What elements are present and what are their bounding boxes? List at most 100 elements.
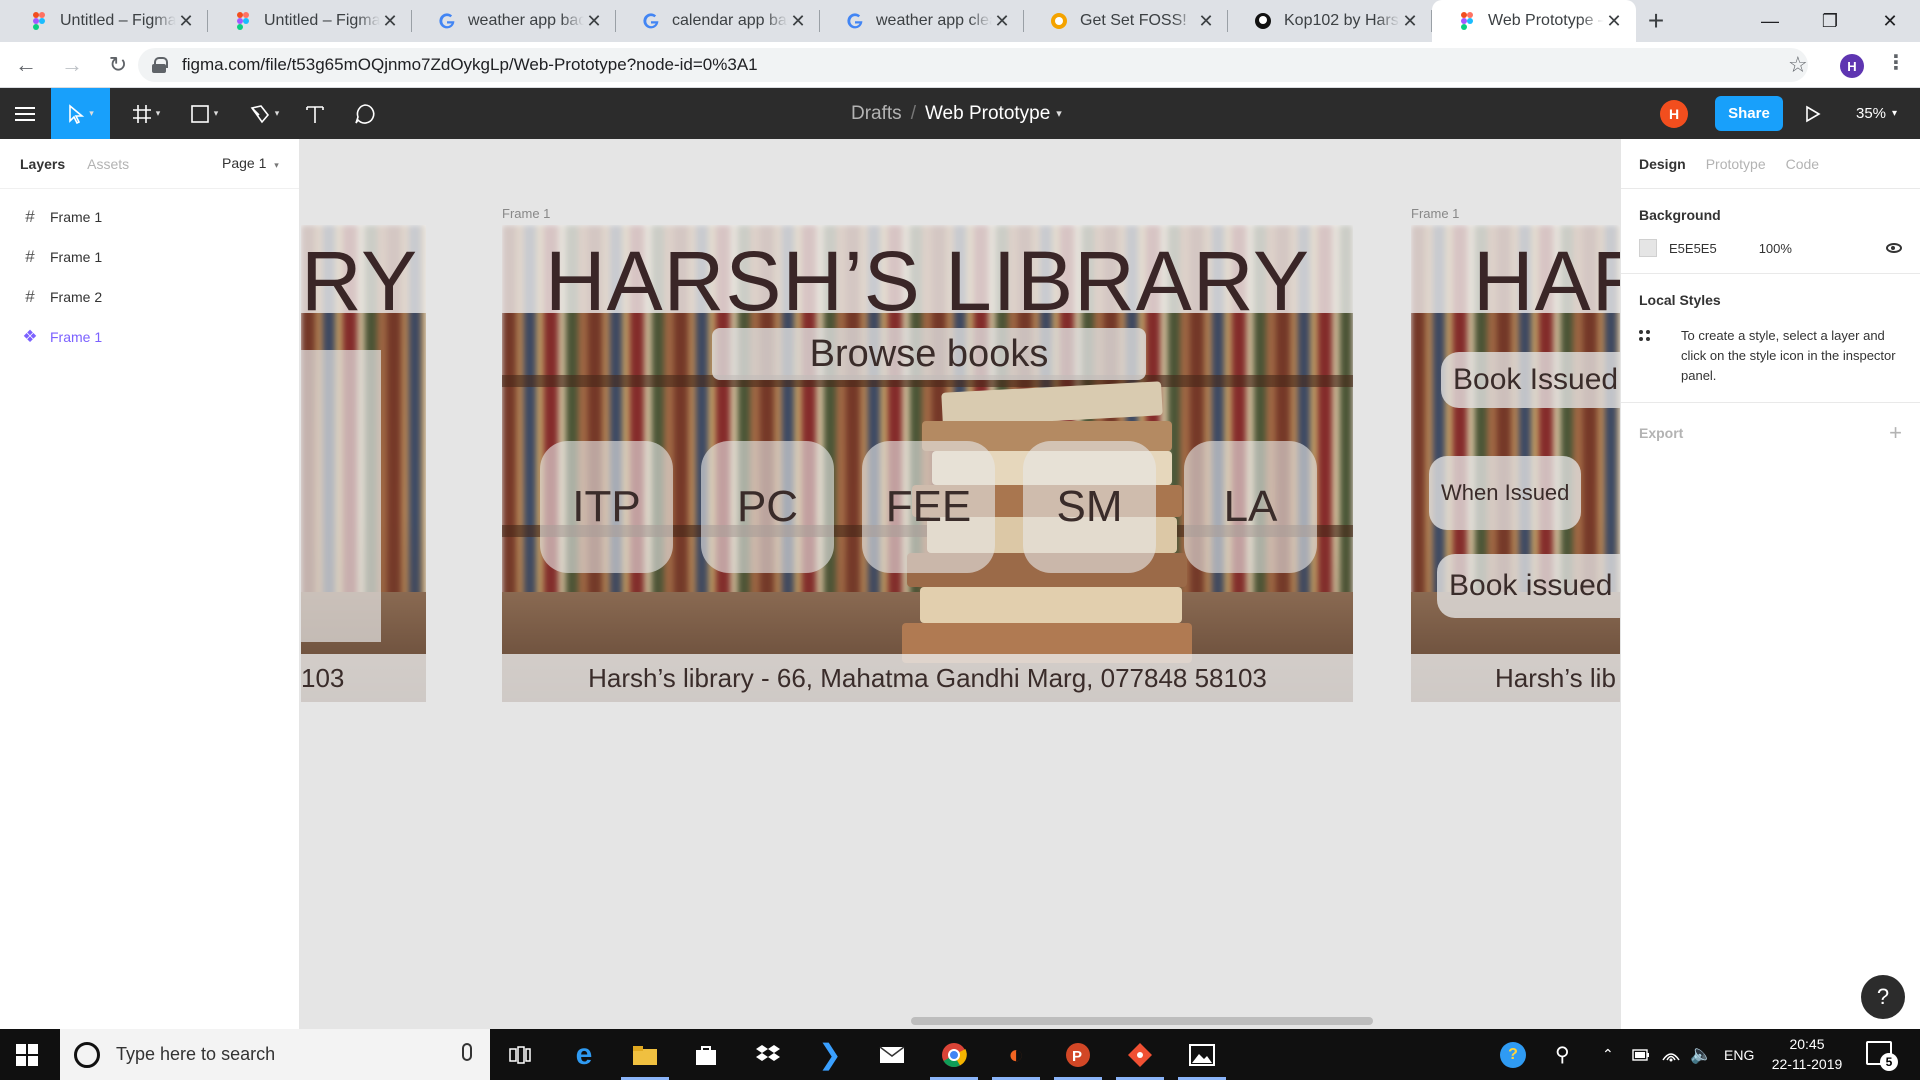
language-indicator[interactable]: ENG <box>1724 1029 1754 1080</box>
layer-row[interactable]: # Frame 1 <box>0 237 299 277</box>
reload-button[interactable]: ↻ <box>98 45 138 85</box>
dropbox-icon[interactable] <box>738 1029 798 1080</box>
close-icon[interactable]: ✕ <box>176 11 196 32</box>
background-opacity[interactable]: 100% <box>1759 241 1792 256</box>
windows-start-icon[interactable] <box>16 1044 38 1066</box>
layer-row[interactable]: ❖ Frame 1 <box>0 317 299 357</box>
maximize-button[interactable]: ❐ <box>1800 0 1860 42</box>
eye-icon[interactable] <box>1886 243 1902 253</box>
book-issued-to-field[interactable]: Book Issued t <box>1441 352 1620 408</box>
frame-left[interactable]: RY 103 <box>301 225 426 702</box>
close-icon[interactable]: ✕ <box>380 11 400 32</box>
layer-row[interactable]: # Frame 1 <box>0 197 299 237</box>
mail-icon[interactable] <box>862 1029 922 1080</box>
page-selector[interactable]: Page 1 ▾ <box>222 155 279 171</box>
close-icon[interactable]: ✕ <box>1196 11 1216 32</box>
taskbar-clock[interactable]: 20:45 22-11-2019 <box>1767 1034 1847 1074</box>
new-tab-button[interactable]: + <box>1636 0 1676 42</box>
pen-tool-button[interactable]: ▾ <box>242 88 286 139</box>
tab-layers[interactable]: Layers <box>20 156 65 172</box>
comment-tool-button[interactable] <box>350 88 380 139</box>
url-text[interactable]: figma.com/file/t53g65mOQjnmo7ZdOykgLp/We… <box>182 55 758 75</box>
powerpoint-icon[interactable]: P <box>1048 1029 1108 1080</box>
wifi-icon[interactable] <box>1662 1029 1680 1080</box>
browser-tab[interactable]: Untitled – Figma ✕ <box>4 0 208 42</box>
browser-tab[interactable]: Untitled – Figma ✕ <box>208 0 412 42</box>
move-tool-button[interactable]: ▾ <box>51 88 110 139</box>
profile-avatar[interactable]: H <box>1840 54 1864 78</box>
background-swatch[interactable] <box>1639 239 1657 257</box>
browser-tab[interactable]: Kop102 by HarshT✕ <box>1228 0 1432 42</box>
breadcrumb-drafts[interactable]: Drafts <box>851 103 902 125</box>
close-icon[interactable]: ✕ <box>788 11 808 32</box>
browse-books-button[interactable]: Browse books <box>712 328 1146 380</box>
layer-row[interactable]: # Frame 2 <box>0 277 299 317</box>
file-explorer-icon[interactable] <box>615 1029 675 1080</box>
git-icon[interactable] <box>1110 1029 1170 1080</box>
photos-icon[interactable] <box>1172 1029 1232 1080</box>
back-button[interactable]: ← <box>6 45 46 85</box>
book-issued-till-field[interactable]: Book issued t <box>1437 554 1620 618</box>
when-issued-field[interactable]: When Issued <box>1429 456 1581 530</box>
layer-name: Frame 1 <box>50 329 103 345</box>
frame-label[interactable]: Frame 1 <box>1411 206 1459 221</box>
microphone-icon[interactable] <box>462 1043 472 1061</box>
category-button-la[interactable]: LA <box>1184 441 1317 573</box>
close-icon[interactable]: ✕ <box>584 11 604 32</box>
frame-center[interactable]: HARSH’S LIBRARY Browse books ITP PC FEE … <box>502 225 1353 702</box>
browser-tab[interactable]: weather app clear ✕ <box>820 0 1024 42</box>
people-icon[interactable]: ⚲ <box>1555 1029 1570 1080</box>
bookmark-star-icon[interactable]: ☆ <box>1788 52 1808 78</box>
horizontal-scrollbar[interactable] <box>911 1017 1373 1025</box>
frame-right[interactable]: HAR Book Issued t When Issued Book issue… <box>1411 225 1620 702</box>
forward-button[interactable]: → <box>52 45 92 85</box>
browser-tab[interactable]: Get Set FOSS! ✕ <box>1024 0 1228 42</box>
close-icon[interactable]: ✕ <box>1604 11 1624 32</box>
chrome-icon[interactable] <box>924 1029 984 1080</box>
store-icon[interactable] <box>676 1029 736 1080</box>
frame-label[interactable]: Frame 1 <box>502 206 550 221</box>
file-name[interactable]: Web Prototype <box>925 103 1050 125</box>
design-canvas[interactable]: RY 103 Frame 1 HARSH’S LIBRARY Browse bo… <box>301 139 1620 1029</box>
task-view-icon[interactable] <box>490 1029 550 1080</box>
category-button-itp[interactable]: ITP <box>540 441 673 573</box>
vs-code-icon[interactable]: ❯ <box>800 1029 860 1080</box>
minimize-button[interactable]: — <box>1740 0 1800 42</box>
chevron-up-icon[interactable]: ⌃ <box>1602 1029 1614 1080</box>
battery-icon[interactable] <box>1632 1029 1650 1080</box>
jupyter-icon[interactable]: ◐ <box>986 1029 1046 1080</box>
edge-icon[interactable]: e <box>554 1029 614 1080</box>
tab-design[interactable]: Design <box>1639 156 1686 172</box>
tab-assets[interactable]: Assets <box>87 156 129 172</box>
frame-tool-button[interactable]: ▾ <box>124 88 168 139</box>
layer-name: Frame 1 <box>50 209 103 225</box>
category-button-pc[interactable]: PC <box>701 441 834 573</box>
share-button[interactable]: Share <box>1715 96 1783 131</box>
browser-tab[interactable]: weather app backg✕ <box>412 0 616 42</box>
text-tool-button[interactable] <box>300 88 330 139</box>
browser-menu-icon[interactable]: ⋮ <box>1886 50 1906 75</box>
omnibox[interactable]: figma.com/file/t53g65mOQjnmo7ZdOykgLp/We… <box>138 48 1808 82</box>
browser-tab[interactable]: Web Prototype – F✕ <box>1432 0 1636 42</box>
help-tray-icon[interactable]: ? <box>1500 1029 1526 1080</box>
zoom-menu[interactable]: 35% ▾ <box>1856 88 1897 139</box>
browser-tab-title: weather app backg <box>468 12 584 29</box>
chevron-down-icon[interactable]: ▾ <box>1056 107 1062 120</box>
category-button-sm[interactable]: SM <box>1023 441 1156 573</box>
tab-code[interactable]: Code <box>1786 156 1819 172</box>
close-window-button[interactable]: ✕ <box>1860 0 1920 42</box>
main-menu-icon[interactable] <box>12 88 38 139</box>
browser-tab[interactable]: calendar app back✕ <box>616 0 820 42</box>
shape-tool-button[interactable]: ▾ <box>182 88 226 139</box>
close-icon[interactable]: ✕ <box>992 11 1012 32</box>
taskbar-search[interactable]: Type here to search <box>60 1029 490 1080</box>
user-avatar[interactable]: H <box>1660 100 1688 128</box>
present-button[interactable] <box>1805 88 1821 139</box>
help-button[interactable]: ? <box>1861 975 1905 1019</box>
add-export-button[interactable]: + <box>1889 422 1902 444</box>
background-hex[interactable]: E5E5E5 <box>1669 241 1717 256</box>
tab-prototype[interactable]: Prototype <box>1706 156 1766 172</box>
close-icon[interactable]: ✕ <box>1400 11 1420 32</box>
volume-icon[interactable]: 🔈 <box>1690 1029 1712 1080</box>
category-button-fee[interactable]: FEE <box>862 441 995 573</box>
